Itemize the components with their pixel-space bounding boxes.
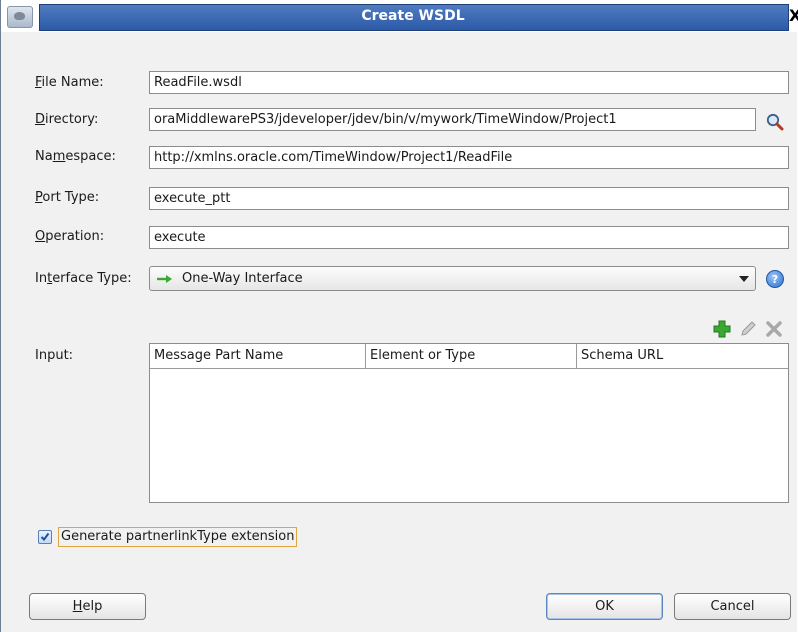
port-type-label: Port Type: (35, 190, 100, 205)
search-icon[interactable] (765, 112, 785, 132)
title-bar: Create WSDL X (1, 0, 798, 32)
chevron-down-icon (739, 276, 749, 282)
file-name-field[interactable]: ReadFile.wsdl (149, 71, 789, 94)
directory-label: Directory: (35, 112, 99, 127)
ok-button[interactable]: OK (546, 593, 663, 620)
delete-icon[interactable] (764, 319, 784, 339)
close-icon[interactable]: X (789, 3, 798, 29)
table-header: Message Part Name Element or Type Schema… (150, 344, 788, 369)
file-name-label: File Name: (35, 75, 104, 90)
create-wsdl-dialog: Create WSDL X File Name: ReadFile.wsdl D… (0, 0, 798, 632)
interface-type-value: One-Way Interface (182, 271, 303, 286)
edit-icon[interactable] (738, 319, 758, 339)
cancel-button[interactable]: Cancel (674, 593, 791, 620)
help-button[interactable]: Help (29, 593, 146, 620)
interface-type-select[interactable]: One-Way Interface (149, 266, 756, 291)
column-header-schema-url[interactable]: Schema URL (577, 344, 788, 368)
input-table[interactable]: Message Part Name Element or Type Schema… (149, 343, 789, 503)
add-icon[interactable] (712, 319, 732, 339)
namespace-field[interactable]: http://xmlns.oracle.com/TimeWindow/Proje… (149, 146, 789, 169)
operation-field[interactable]: execute (149, 226, 789, 249)
input-label: Input: (35, 348, 74, 363)
interface-type-label: Interface Type: (35, 271, 132, 286)
column-header-element-or-type[interactable]: Element or Type (366, 344, 577, 368)
window-menu-icon[interactable] (7, 6, 33, 28)
port-type-field[interactable]: execute_ptt (149, 187, 789, 210)
partnerlink-checkbox-label[interactable]: Generate partnerlinkType extension (58, 527, 298, 547)
namespace-label: Namespace: (35, 149, 116, 164)
operation-label: Operation: (35, 229, 105, 244)
right-arrow-icon (157, 275, 172, 283)
column-header-message-part-name[interactable]: Message Part Name (150, 344, 366, 368)
partnerlink-checkbox[interactable] (38, 530, 52, 544)
directory-field[interactable]: oraMiddlewarePS3/jdeveloper/jdev/bin/v/m… (149, 108, 756, 131)
window-title: Create WSDL (361, 8, 465, 24)
help-icon[interactable]: ? (766, 270, 784, 288)
